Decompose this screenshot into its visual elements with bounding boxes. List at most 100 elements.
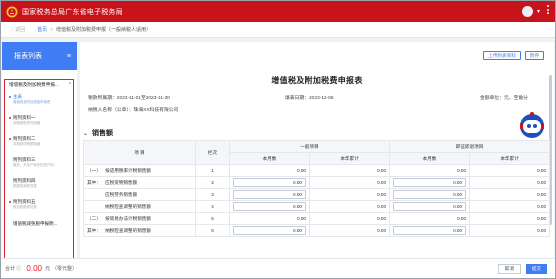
table-cell: 0.00 [229,212,310,225]
breadcrumb-separator: > [50,26,54,33]
sidebar-item-attach-2[interactable]: 附列资料二 本期进项税额明细 [7,136,73,157]
amount-input[interactable]: 0.00 [233,226,306,235]
sidebar-group-vat[interactable]: 增值税及附加税费申报... ⌃ [9,82,72,88]
status-dot [9,201,11,203]
amount-input[interactable]: 0.00 [233,202,306,211]
footer-bar: 合计 ⓘ 0.00 元 （零元整） 取消 提交 [1,258,555,278]
tax-emblem-icon [6,6,18,17]
col-header-item: 项 目 [83,140,196,165]
sidebar-item-attach-4[interactable]: 附列资料四 税额抵减情况表 [7,178,73,199]
amount-input[interactable]: 0.00 [393,202,467,211]
save-draft-button[interactable]: 暂存 [524,51,544,60]
chevron-down-icon[interactable]: ▾ [537,8,540,15]
report-list-sidebar: 报表列表 ≡ 增值税及附加税费申报... ⌃ 主表 增值税及附加税费申报表 附列… [2,42,77,268]
breadcrumb: ‹ 返回 首页 > 增值税及附加税费申报（一般纳税人适用） [1,22,555,38]
row-line-number: 4 [211,204,214,209]
status-dot [9,117,11,119]
col-header-line: 栏次 [195,140,230,165]
table-cell: 5 [195,212,230,225]
col-header-year: 本年累计 [469,152,551,165]
cancel-button[interactable]: 取消 [497,264,521,274]
col-header-year: 本年累计 [308,152,391,165]
amount-value: 0.00 [297,168,306,173]
assistant-robot-icon[interactable] [519,111,545,139]
table-cell: （一） 按适用税率计税销售额 [83,164,196,177]
table-row: （二） 按简易办法计税销售额 5 0.00 0.00 0.00 0.00 [83,212,551,225]
amount-value: 0.00 [537,168,547,173]
sidebar-group-label: 增值税及附加税费申报... [9,82,59,87]
col-header-refund: 即征即退项目 [389,140,551,153]
menu-icon[interactable]: ≡ [67,53,71,60]
table-cell: （二） 按简易办法计税销售额 [83,212,196,225]
amount-input[interactable]: 0.00 [393,178,467,187]
sidebar-item-attach-5[interactable]: 附列资料五 附加税费情况表 [7,199,73,220]
sidebar-item-desc: 增值税及附加税费申报表 [13,100,51,104]
sidebar-item-desc: 附加税费情况表 [13,205,37,209]
total-amount: 0.00 [26,264,42,273]
breadcrumb-home[interactable]: 首页 [37,26,47,33]
row-label: 按简易办法计税销售额 [105,215,152,221]
table-cell: 0.00 [308,200,391,213]
table-row: 其中： 纳税检查调整的销售额 6 0.00 0.00 0.00 0.00 [83,224,551,237]
submit-button[interactable]: 提交 [525,264,547,274]
table-cell: 0.00 [469,200,551,213]
sidebar-item-desc: 本期进项税额明细 [13,142,41,146]
table-cell: 1 [195,164,230,177]
row-prefix: 其中： [87,227,101,233]
amount-input[interactable]: 0.00 [233,178,306,187]
tax-period: 税款所属期：2023-11-01至2023-11-30 [88,96,170,101]
table-cell: 0.00 [308,224,391,237]
table-cell: 0.00 [469,224,551,237]
table-cell: 0.00 [229,164,310,177]
amount-value: 0.00 [377,180,387,185]
row-prefix: （一） [87,167,101,173]
amount-value: 0.00 [297,216,306,221]
amount-value: 0.00 [537,216,547,221]
table-cell: 0.00 [389,188,471,201]
upload-attachment-button[interactable]: 上传附表资料 [483,51,521,60]
table-cell: 0.00 [469,188,551,201]
sidebar-item-desc: 本期销售情况明细 [13,121,41,125]
sidebar-item-attach-3[interactable]: 附列资料三 服务、不动产和无形资产扣... [7,157,73,178]
table-cell: 3 [195,188,230,201]
table-cell: 0.00 [469,164,551,177]
total-label: 合计 ⓘ [5,266,22,272]
more-menu-icon[interactable] [547,5,550,14]
section-sales[interactable]: ⌄ 销售额 [83,128,113,138]
row-label: 按适用税率计税销售额 [105,167,152,173]
sidebar-item-exemption[interactable]: 增值税减免税申报明... [7,220,73,241]
amount-value: 0.00 [377,168,387,173]
amount-value: 0.00 [377,192,387,197]
table-cell: 0.00 [389,200,471,213]
back-link[interactable]: ‹ 返回 [12,26,25,33]
table-cell: 应税劳务销售额 [83,188,196,201]
sidebar-header: 报表列表 ≡ [2,42,77,70]
sidebar-item-main[interactable]: 主表 增值税及附加税费申报表 [7,94,73,115]
sidebar-item-label: 增值税减免税申报明... [13,221,58,226]
status-dot [9,138,11,140]
amount-input[interactable]: 0.00 [233,190,306,199]
table-cell: 4 [195,200,230,213]
user-avatar[interactable] [522,6,533,17]
table-cell: 纳税检查调整的销售额 [83,200,196,213]
toolbar: 上传附表资料 暂存 [483,51,544,60]
sidebar-item-desc: 税额抵减情况表 [13,184,37,188]
chevron-up-icon: ⌃ [68,82,72,87]
table-cell: 6 [195,224,230,237]
total-in-words: （零元整） [51,266,77,272]
taxpayer-name: 纳税人名称（公章）：珠海XX科技有限公司 [88,108,179,113]
sidebar-item-attach-1[interactable]: 附列资料一 本期销售情况明细 [7,115,73,136]
amount-input[interactable]: 0.00 [393,226,467,235]
site-title: 国家税务总局广东省电子税务局 [22,8,123,16]
amount-value: 0.00 [377,228,387,233]
col-header-month: 本月数 [389,152,471,165]
table-cell: 0.00 [229,188,310,201]
row-line-number: 2 [211,180,214,185]
amount-input[interactable]: 0.00 [393,190,467,199]
sidebar-items: 主表 增值税及附加税费申报表 附列资料一 本期销售情况明细 附列资料二 本期进项… [7,94,73,241]
table-cell: 0.00 [389,212,471,225]
table-cell: 2 [195,176,230,189]
breadcrumb-current: 增值税及附加税费申报（一般纳税人适用） [56,27,152,33]
amount-value: 0.00 [537,228,547,233]
row-label: 纳税检查调整的销售额 [105,227,152,233]
